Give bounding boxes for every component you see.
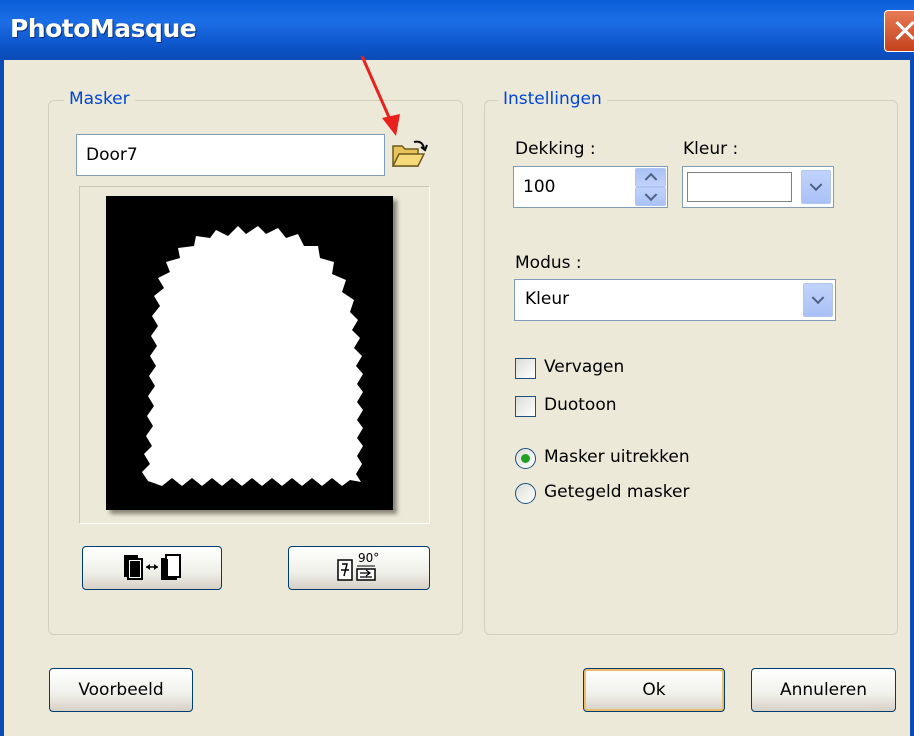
modus-label: Modus : — [515, 253, 582, 273]
spin-up-icon[interactable] — [635, 168, 666, 187]
mask-preview-image — [106, 196, 393, 510]
kleur-select[interactable] — [682, 166, 834, 208]
folder-open-icon[interactable] — [390, 138, 430, 172]
modus-value: Kleur — [525, 289, 570, 309]
annotation-arrow — [356, 52, 406, 142]
window-title: PhotoMasque — [10, 14, 197, 43]
preview-button[interactable]: Voorbeeld — [49, 668, 193, 712]
close-button[interactable] — [884, 10, 914, 52]
dekking-spinner[interactable] — [635, 168, 666, 206]
kleur-swatch — [687, 172, 792, 202]
stretch-mask-radio[interactable] — [515, 448, 536, 469]
dekking-label: Dekking : — [515, 139, 596, 159]
kleur-label: Kleur : — [683, 139, 739, 159]
duotoon-label[interactable]: Duotoon — [544, 395, 617, 415]
chevron-down-icon[interactable] — [801, 170, 831, 204]
window-border-right — [910, 60, 914, 736]
tiled-mask-label[interactable]: Getegeld masker — [544, 482, 689, 502]
mask-file-input[interactable]: Door7 — [76, 134, 385, 176]
vervagen-checkbox[interactable] — [515, 358, 536, 379]
ok-button[interactable]: Ok — [583, 668, 725, 712]
invert-mask-button[interactable] — [82, 546, 222, 590]
title-bar: PhotoMasque — [0, 0, 914, 60]
chevron-down-icon[interactable] — [803, 283, 833, 317]
duotoon-checkbox[interactable] — [515, 396, 536, 417]
tiled-mask-radio[interactable] — [515, 483, 536, 504]
cancel-button[interactable]: Annuleren — [751, 668, 896, 712]
modus-select[interactable]: Kleur — [514, 279, 836, 321]
rotate-90-label: 90° — [358, 551, 380, 565]
instellingen-legend: Instellingen — [498, 89, 607, 109]
vervagen-label[interactable]: Vervagen — [544, 357, 624, 377]
window-border-left — [0, 60, 4, 736]
stretch-mask-label[interactable]: Masker uitrekken — [544, 447, 690, 467]
rotate-mask-button[interactable]: 90° — [288, 546, 430, 590]
spin-down-icon[interactable] — [635, 187, 666, 206]
masker-legend: Masker — [64, 89, 135, 109]
rotate-90-icon: 90° — [337, 552, 381, 584]
invert-swap-icon — [110, 552, 194, 585]
